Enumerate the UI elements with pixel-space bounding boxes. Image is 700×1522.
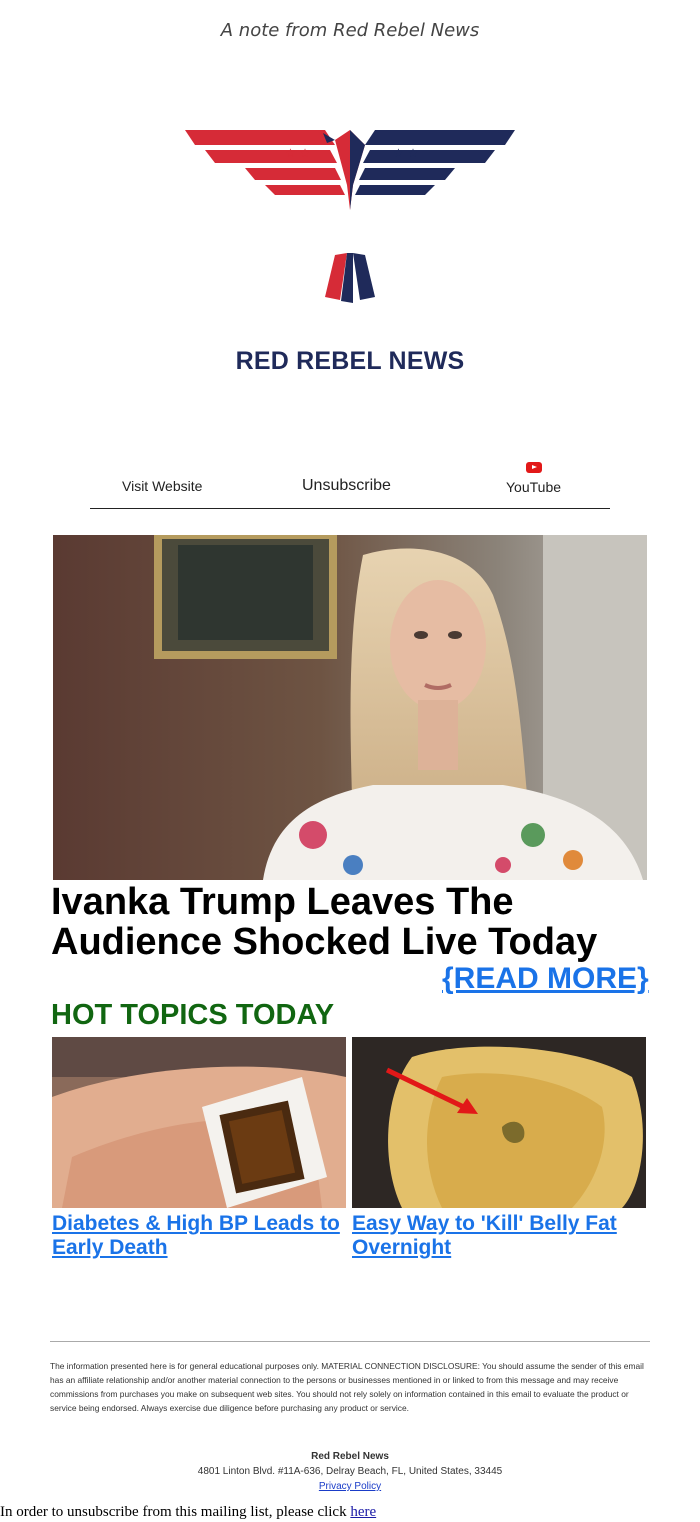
email-nav: Visit Website Unsubscribe YouTube xyxy=(90,460,610,509)
footer-divider xyxy=(50,1341,650,1342)
unsubscribe-here-link[interactable]: here xyxy=(350,1504,376,1520)
footer-company: Red Rebel News xyxy=(311,1451,389,1462)
logo-text: RED REBEL NEWS xyxy=(235,347,465,375)
brand-logo[interactable]: ★ ★ ★ ★ RED REBEL NEWS xyxy=(185,125,515,375)
foot-patch-image[interactable] xyxy=(52,1037,346,1208)
hot-topics-heading: HOT TOPICS TODAY xyxy=(51,999,335,1031)
hot-topic-title[interactable]: Easy Way to 'Kill' Belly Fat Overnight xyxy=(352,1212,646,1260)
fat-tissue-image[interactable] xyxy=(352,1037,646,1208)
hot-topic-title[interactable]: Diabetes & High BP Leads to Early Death xyxy=(52,1212,346,1260)
unsubscribe-link[interactable]: Unsubscribe xyxy=(302,477,391,495)
foot-photo xyxy=(52,1037,346,1208)
youtube-play-icon[interactable] xyxy=(526,462,542,473)
hero-headline[interactable]: Ivanka Trump Leaves The Audience Shocked… xyxy=(51,882,661,962)
hero-image[interactable] xyxy=(53,535,647,880)
header-note: A note from Red Rebel News xyxy=(220,20,480,41)
read-more-link[interactable]: {READ MORE} xyxy=(442,962,649,996)
svg-text:★ ★: ★ ★ xyxy=(393,146,418,160)
unsubscribe-text: In order to unsubscribe from this mailin… xyxy=(0,1504,351,1520)
disclaimer-text: The information presented here is for ge… xyxy=(50,1361,644,1413)
privacy-policy-link[interactable]: Privacy Policy xyxy=(319,1481,381,1492)
footer-address: 4801 Linton Blvd. #11A-636, Delray Beach… xyxy=(197,1466,503,1477)
youtube-link[interactable]: YouTube xyxy=(506,479,561,495)
hot-topic-card[interactable]: Easy Way to 'Kill' Belly Fat Overnight xyxy=(352,1037,646,1260)
hero-photo xyxy=(53,535,647,880)
visit-website-link[interactable]: Visit Website xyxy=(122,478,202,494)
hot-topic-card[interactable]: Diabetes & High BP Leads to Early Death xyxy=(52,1037,346,1260)
svg-text:★ ★: ★ ★ xyxy=(285,146,310,160)
fat-photo xyxy=(352,1037,646,1208)
unsubscribe-line: In order to unsubscribe from this mailin… xyxy=(0,1504,376,1521)
eagle-logo-icon: ★ ★ ★ ★ xyxy=(185,130,515,303)
footer: Red Rebel News 4801 Linton Blvd. #11A-63… xyxy=(0,1449,700,1494)
